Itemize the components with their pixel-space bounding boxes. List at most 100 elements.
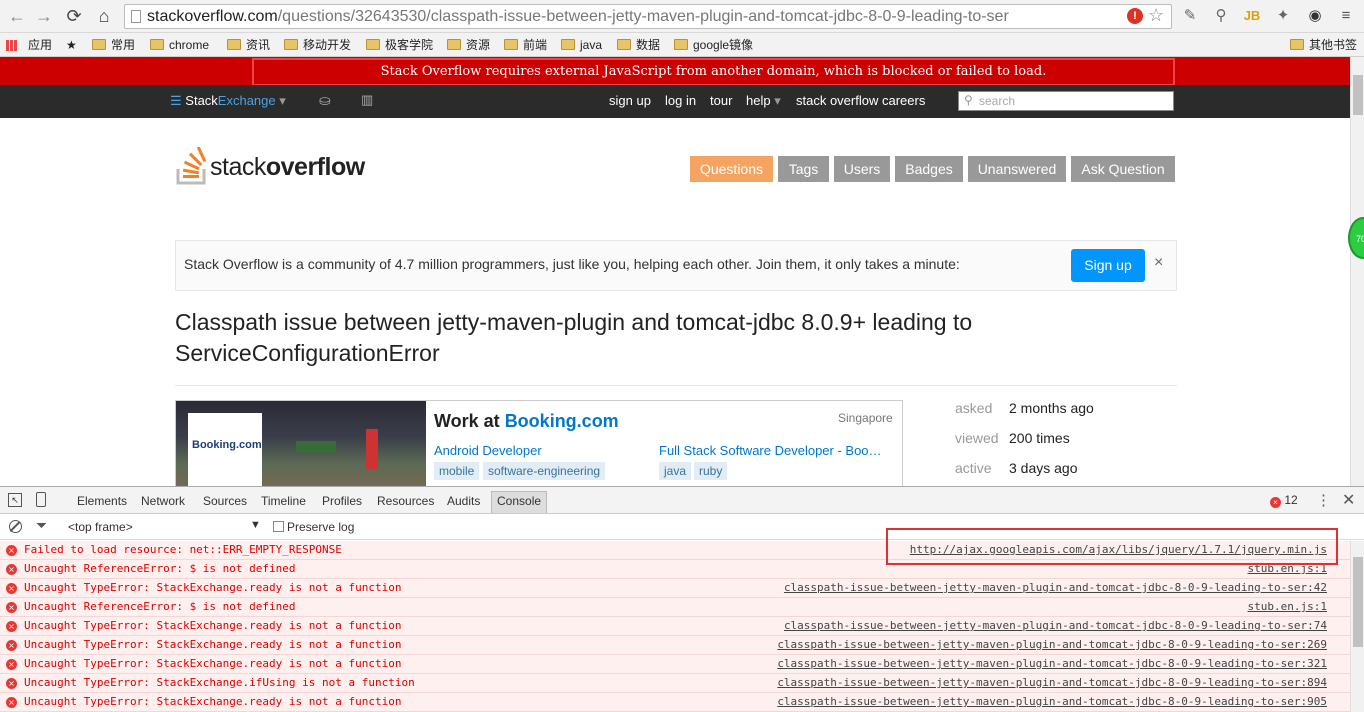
extension-puzzle-icon[interactable]: ✦ bbox=[1273, 6, 1293, 26]
extension-dropper-icon[interactable]: ⚲ bbox=[1211, 6, 1231, 26]
tab-elements[interactable]: Elements bbox=[77, 493, 127, 509]
search-placeholder: search bbox=[979, 94, 1016, 108]
tab-network[interactable]: Network bbox=[141, 493, 185, 509]
source-link[interactable]: classpath-issue-between-jetty-maven-plug… bbox=[777, 693, 1327, 711]
back-icon[interactable]: ← bbox=[6, 5, 28, 27]
menu-icon[interactable]: ≡ bbox=[1336, 6, 1356, 26]
source-link[interactable]: stub.en.js:1 bbox=[1248, 598, 1327, 616]
console-message: Uncaught TypeError: StackExchange.ifUsin… bbox=[24, 676, 415, 689]
signup-button[interactable]: Sign up bbox=[1071, 249, 1145, 282]
close-icon[interactable]: × bbox=[1154, 254, 1163, 272]
console-message: Uncaught TypeError: StackExchange.ready … bbox=[24, 638, 402, 651]
bookmark-folder[interactable]: 资讯 bbox=[227, 37, 270, 53]
close-devtools-icon[interactable]: ✕ bbox=[1342, 490, 1355, 510]
address-bar[interactable]: stackoverflow.com/questions/32643530/cla… bbox=[124, 4, 1172, 29]
meta-value: 2 months ago bbox=[1009, 400, 1094, 416]
more-options-icon[interactable]: ⋮ bbox=[1316, 491, 1331, 509]
bookmark-folder[interactable]: 移动开发 bbox=[284, 37, 351, 53]
source-link[interactable]: classpath-issue-between-jetty-maven-plug… bbox=[777, 636, 1327, 654]
tour-link[interactable]: tour bbox=[710, 93, 732, 109]
clear-console-icon[interactable] bbox=[9, 520, 22, 533]
job-link[interactable]: Android Developer bbox=[434, 443, 542, 458]
forward-icon[interactable]: → bbox=[33, 5, 55, 27]
bookmark-folder[interactable]: java bbox=[561, 37, 602, 53]
error-counter[interactable]: × 12 bbox=[1270, 493, 1298, 508]
nav-badges[interactable]: Badges bbox=[895, 156, 963, 182]
signup-link[interactable]: sign up bbox=[609, 93, 651, 109]
tab-timeline[interactable]: Timeline bbox=[261, 493, 306, 509]
bookmark-folder[interactable]: 数据 bbox=[617, 37, 660, 53]
bookmark-folder[interactable]: chrome bbox=[150, 37, 209, 53]
login-link[interactable]: log in bbox=[665, 93, 696, 109]
star-icon[interactable]: ☆ bbox=[1148, 5, 1164, 26]
logo-wordmark: stackoverflow bbox=[210, 153, 365, 182]
bookmark-folder[interactable]: 其他书签 bbox=[1290, 37, 1357, 53]
nav-users[interactable]: Users bbox=[834, 156, 890, 182]
search-icon: ⚲ bbox=[964, 93, 973, 107]
folder-icon bbox=[674, 39, 688, 50]
blocked-content-icon[interactable]: ! bbox=[1127, 8, 1143, 24]
bookmark-folder[interactable]: 前端 bbox=[504, 37, 547, 53]
careers-link[interactable]: stack overflow careers bbox=[796, 93, 925, 109]
tab-console[interactable]: Console bbox=[491, 491, 548, 513]
ad-heading-company[interactable]: Booking.com bbox=[505, 411, 619, 431]
frame-select[interactable]: <top frame> bbox=[68, 520, 133, 534]
console-error-row: × Uncaught TypeError: StackExchange.ready… bbox=[0, 579, 1350, 598]
help-link[interactable]: help ▾ bbox=[746, 93, 781, 109]
scrollbar-thumb[interactable] bbox=[1353, 557, 1363, 647]
filter-icon[interactable]: ⏷ bbox=[36, 517, 47, 534]
search-input[interactable]: ⚲ search bbox=[958, 91, 1174, 111]
bookmark-folder[interactable]: 极客学院 bbox=[366, 37, 433, 53]
source-link[interactable]: classpath-issue-between-jetty-maven-plug… bbox=[784, 579, 1327, 597]
job-ad[interactable]: Booking.com Work at Booking.com Singapor… bbox=[175, 400, 903, 486]
job-link[interactable]: Full Stack Software Developer - Boo… bbox=[659, 443, 882, 458]
achievements-icon[interactable]: ▥ bbox=[361, 92, 373, 108]
console-error-row: × Uncaught TypeError: StackExchange.ready… bbox=[0, 655, 1350, 674]
inbox-icon[interactable]: ⛀ bbox=[319, 92, 331, 109]
nav-questions[interactable]: Questions bbox=[690, 156, 773, 182]
bookmark-apps[interactable]: 应用 bbox=[6, 37, 52, 53]
tab-profiles[interactable]: Profiles bbox=[322, 493, 362, 509]
home-icon[interactable]: ⌂ bbox=[93, 5, 115, 27]
tag[interactable]: mobile bbox=[434, 462, 480, 480]
tag[interactable]: software-engineering bbox=[483, 462, 606, 480]
extension-circle-icon[interactable]: ◉ bbox=[1305, 6, 1325, 26]
nav-ask-question[interactable]: Ask Question bbox=[1071, 156, 1175, 182]
console-scrollbar[interactable] bbox=[1350, 541, 1364, 712]
ad-photo: Booking.com bbox=[176, 401, 426, 486]
bookmark-folder[interactable]: 常用 bbox=[92, 37, 135, 53]
extension-jb-icon[interactable]: JB bbox=[1242, 6, 1262, 26]
chevron-down-icon: ▾ bbox=[770, 93, 781, 108]
tab-audits[interactable]: Audits bbox=[447, 493, 480, 509]
reload-icon[interactable]: ⟳ bbox=[63, 5, 85, 27]
extension-evernote-icon[interactable]: ✎ bbox=[1180, 6, 1200, 26]
bookmark-folder[interactable]: google镜像 bbox=[674, 37, 753, 53]
source-link[interactable]: classpath-issue-between-jetty-maven-plug… bbox=[777, 655, 1327, 673]
inspect-icon[interactable]: ↖ bbox=[8, 493, 22, 507]
device-mode-icon[interactable] bbox=[36, 492, 46, 507]
bookmark-label: 前端 bbox=[523, 38, 548, 52]
tab-sources[interactable]: Sources bbox=[203, 493, 247, 509]
question-title[interactable]: Classpath issue between jetty-maven-plug… bbox=[175, 307, 1075, 369]
ad-location: Singapore bbox=[838, 411, 893, 425]
tag[interactable]: ruby bbox=[694, 462, 728, 480]
bookmark-folder[interactable]: 资源 bbox=[447, 37, 490, 53]
stackoverflow-logo[interactable]: stackoverflow bbox=[174, 146, 374, 187]
scrollbar-thumb[interactable] bbox=[1353, 75, 1363, 115]
error-icon: × bbox=[6, 621, 17, 632]
apps-icon bbox=[6, 40, 17, 51]
preserve-log-checkbox[interactable] bbox=[273, 521, 284, 532]
page-scrollbar[interactable] bbox=[1350, 57, 1364, 486]
bookmark-label: 数据 bbox=[636, 38, 661, 52]
nav-unanswered[interactable]: Unanswered bbox=[968, 156, 1066, 182]
meta-key: asked bbox=[955, 400, 993, 416]
nav-tags[interactable]: Tags bbox=[778, 156, 829, 182]
error-icon: × bbox=[6, 659, 17, 670]
stackexchange-menu[interactable]: ☰ StackExchange ▾ bbox=[170, 93, 286, 109]
source-link[interactable]: classpath-issue-between-jetty-maven-plug… bbox=[784, 617, 1327, 635]
chevron-down-icon[interactable]: ▼ bbox=[250, 519, 261, 531]
source-link[interactable]: classpath-issue-between-jetty-maven-plug… bbox=[777, 674, 1327, 692]
tab-resources[interactable]: Resources bbox=[377, 493, 434, 509]
tag[interactable]: java bbox=[659, 462, 692, 480]
web-page: Stack Overflow requires external JavaScr… bbox=[0, 57, 1350, 486]
